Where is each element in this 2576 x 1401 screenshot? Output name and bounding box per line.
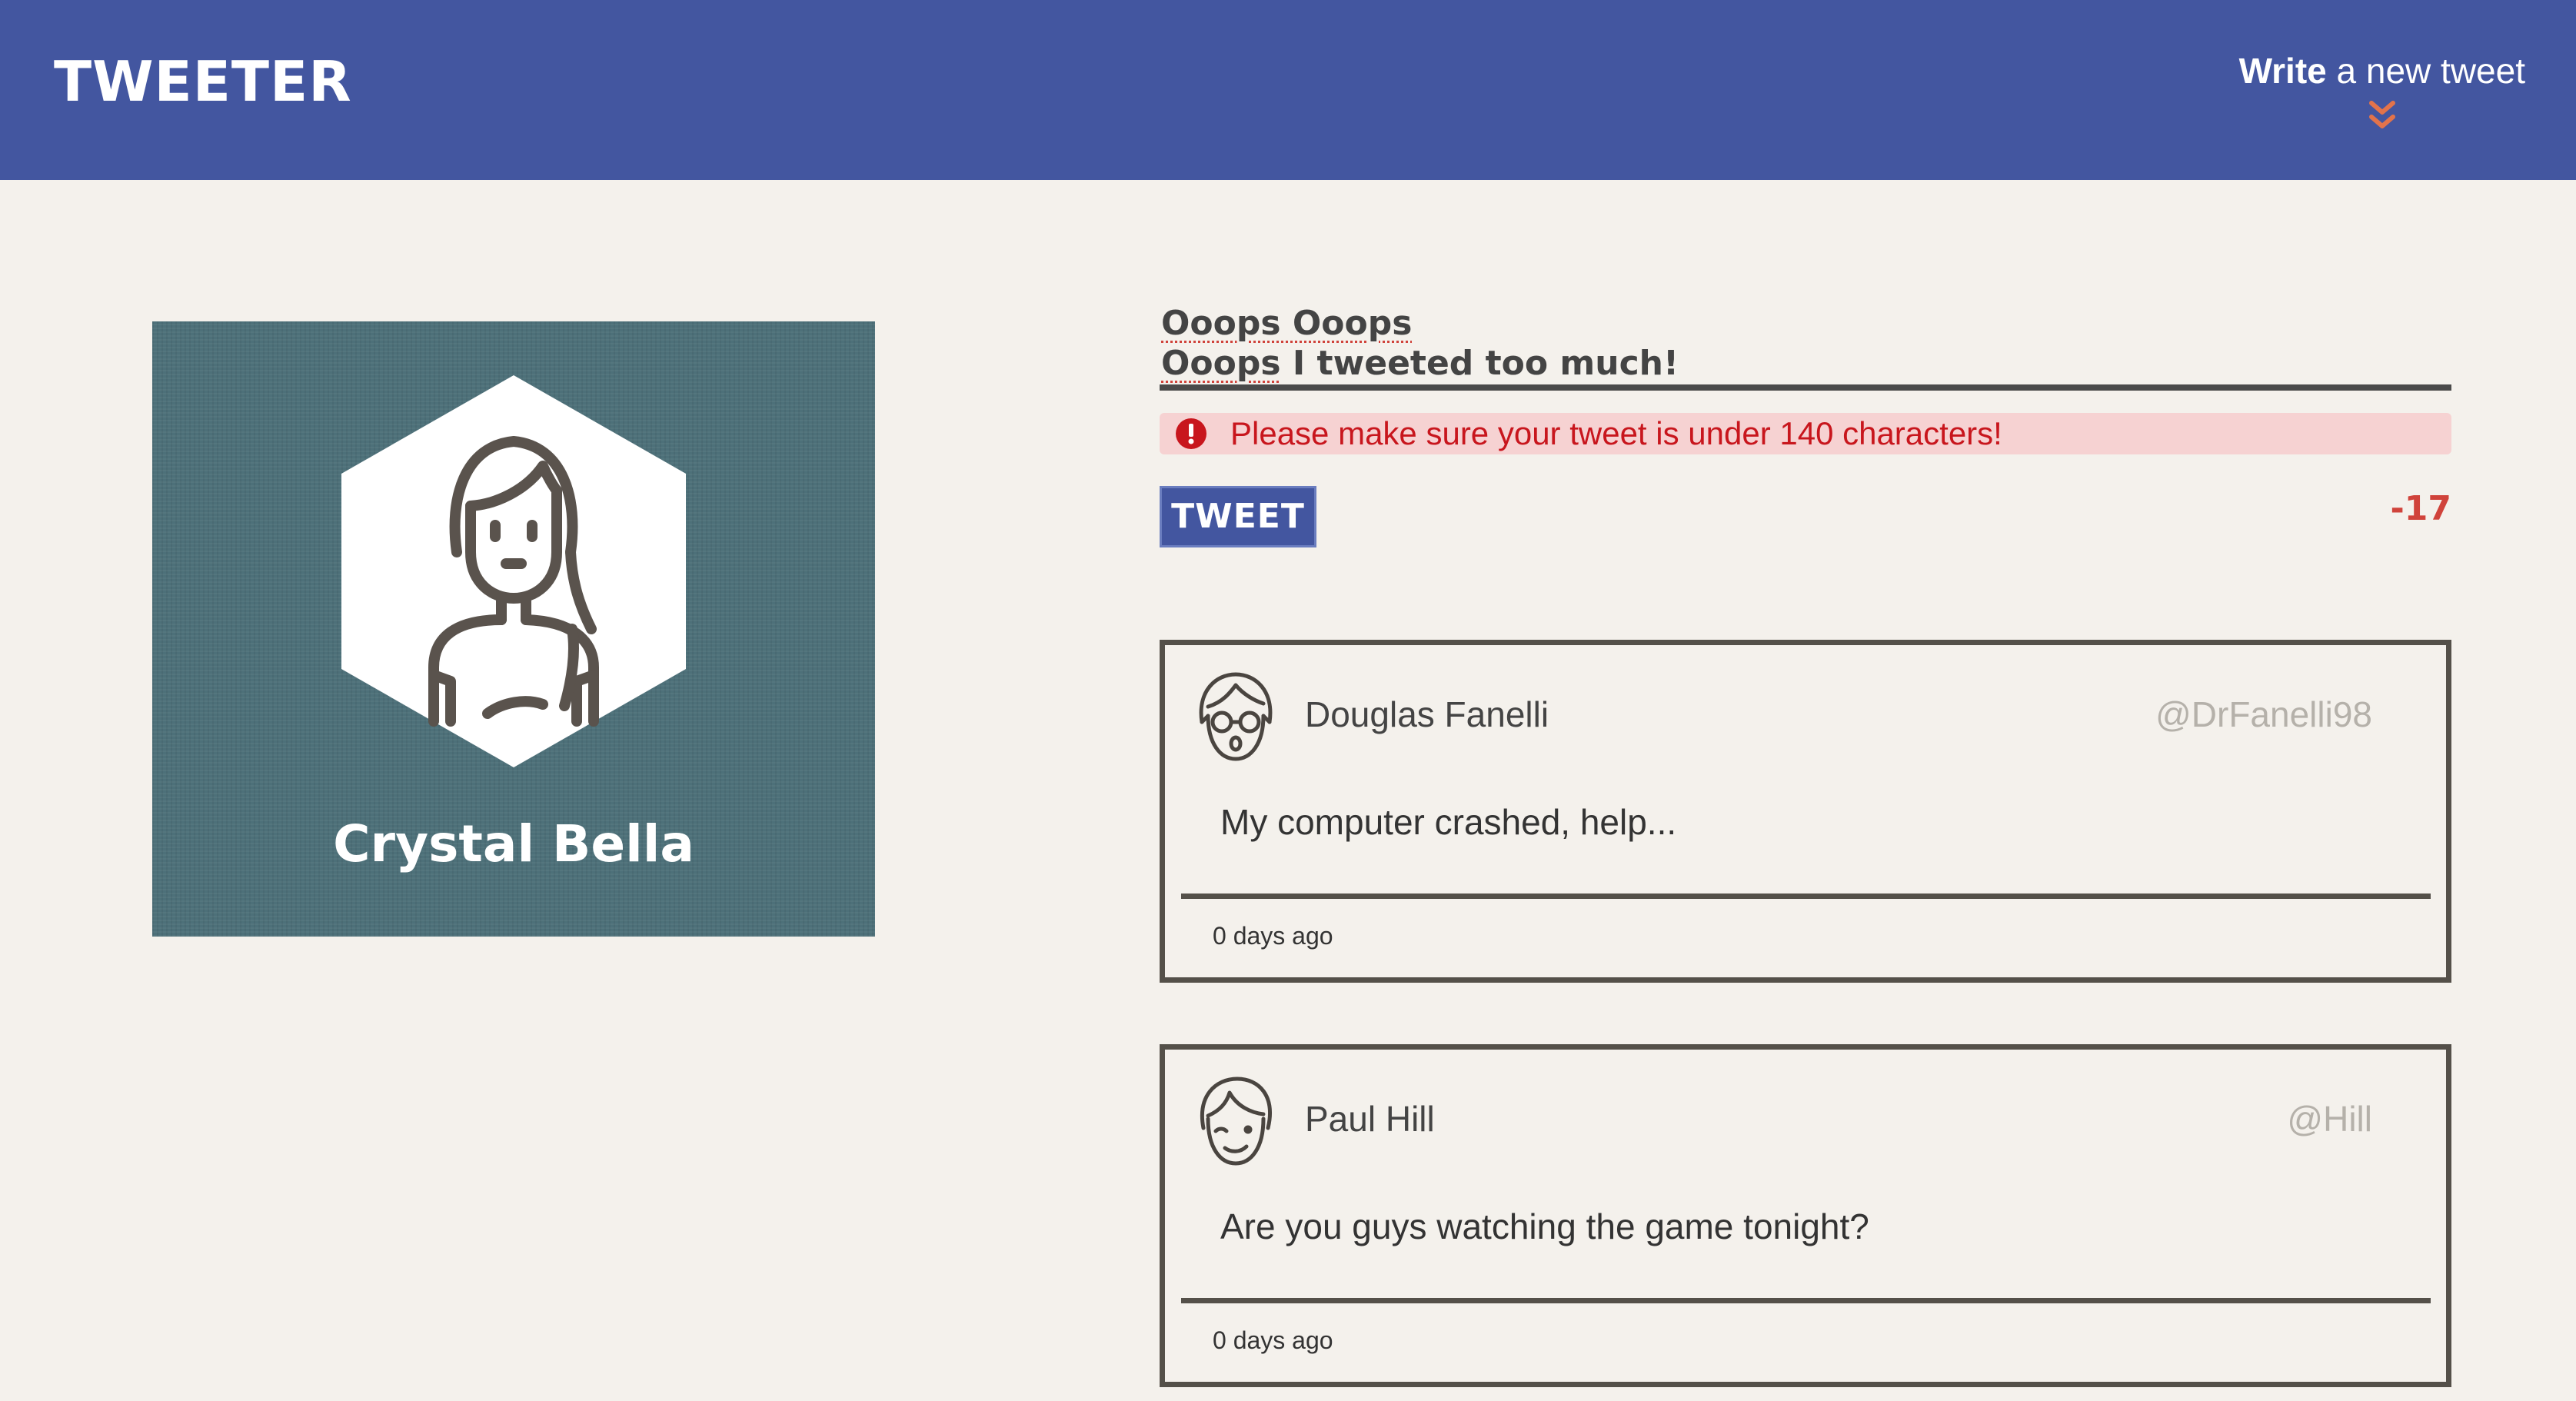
tweet-card: Paul Hill @Hill Are you guys watching th…	[1160, 1044, 2451, 1387]
tweet-divider	[1181, 894, 2431, 899]
tweet-timestamp: 0 days ago	[1213, 922, 1333, 950]
write-new-tweet-button[interactable]: Write a new tweet	[2239, 48, 2525, 132]
tweet-content: Are you guys watching the game tonight?	[1220, 1206, 1869, 1246]
tweet-author-name: Douglas Fanelli	[1305, 694, 1549, 734]
winking-man-avatar-icon	[1200, 1077, 1272, 1166]
composer-underline	[1160, 384, 2451, 391]
tweet-author-name: Paul Hill	[1305, 1099, 1435, 1139]
man-with-glasses-avatar-icon	[1199, 672, 1273, 761]
tweet-text-rest: I tweeted too much!	[1280, 344, 1679, 383]
woman-avatar-icon	[341, 375, 686, 767]
tweet-button[interactable]: TWEET	[1160, 486, 1316, 547]
profile-card: Crystal Bella	[152, 321, 875, 937]
tweet-card: Douglas Fanelli @DrFanelli98 My computer…	[1160, 640, 2451, 983]
error-text: Please make sure your tweet is under 140…	[1230, 415, 2002, 451]
compose-label: Write a new tweet	[2239, 48, 2525, 94]
tweet-text-line-1: Ooops Ooops Ooops Ooops Ooops Ooops Ooop…	[1161, 304, 1413, 343]
tweet-author-handle: @Hill	[2287, 1099, 2372, 1139]
tweet-timestamp: 0 days ago	[1213, 1326, 1333, 1354]
compose-label-bold: Write	[2238, 51, 2327, 91]
logo: TWEETER	[54, 49, 352, 114]
profile-name: Crystal Bella	[333, 814, 694, 874]
double-chevron-down-icon[interactable]	[2367, 98, 2398, 132]
character-counter: -17	[2390, 489, 2452, 528]
tweet-text-word: Ooops	[1161, 344, 1281, 383]
tweet-author-handle: @DrFanelli98	[2155, 694, 2372, 734]
compose-label-rest: a new tweet	[2326, 51, 2526, 91]
error-message: Please make sure your tweet is under 140…	[1160, 413, 2451, 454]
tweet-divider	[1181, 1298, 2431, 1303]
tweet-textarea[interactable]: Ooops Ooops Ooops Ooops Ooops Ooops Ooop…	[1161, 304, 2438, 384]
tweet-content: My computer crashed, help...	[1220, 802, 1677, 842]
exclamation-circle-icon	[1176, 418, 1206, 449]
top-nav: TWEETER Write a new tweet	[0, 0, 2576, 180]
tweet-text-line-2: Ooops I tweeted too much!	[1161, 344, 2438, 384]
